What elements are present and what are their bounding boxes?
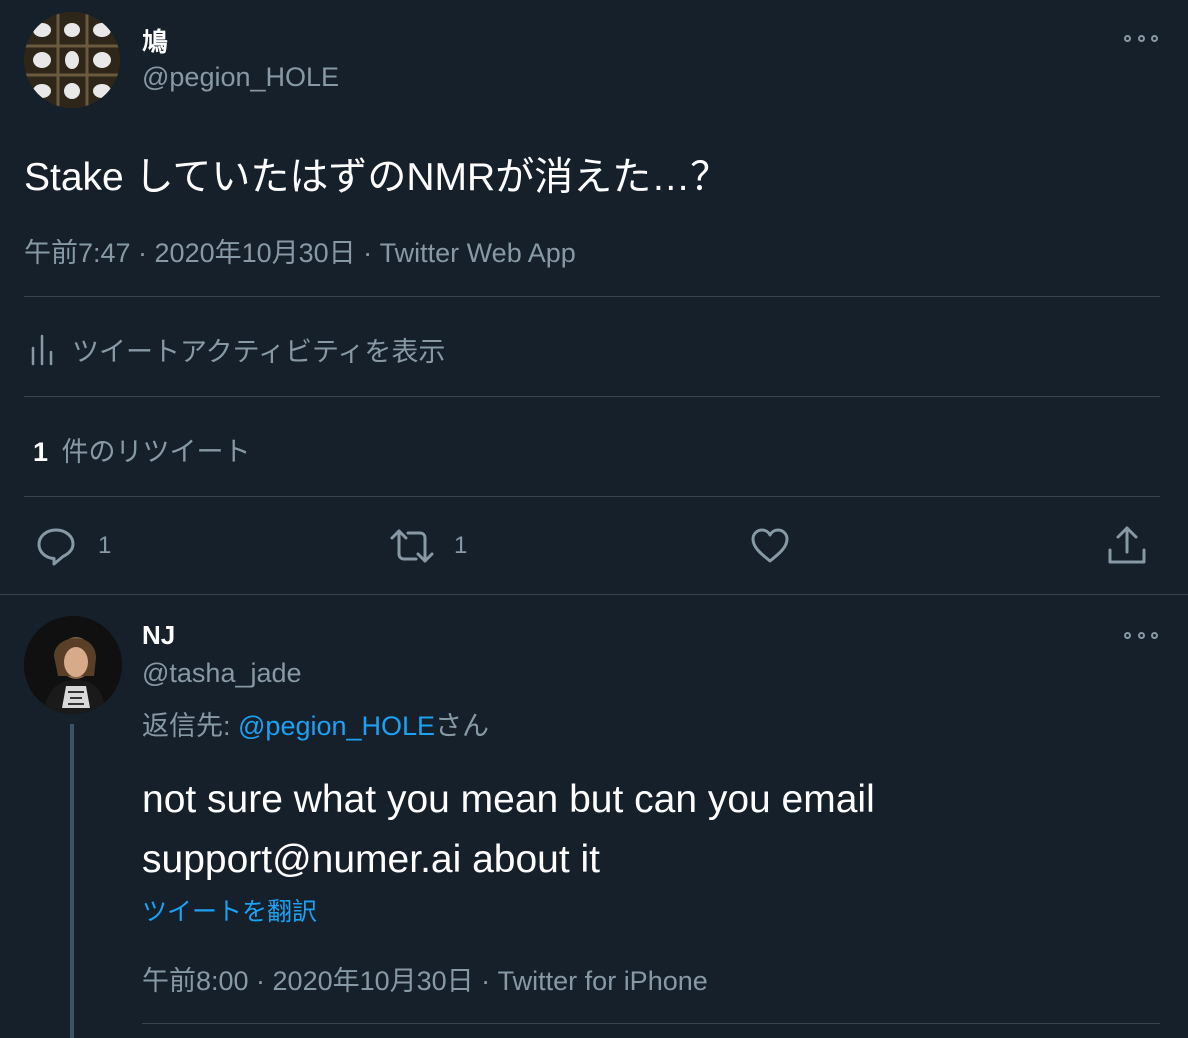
user-handle[interactable]: @pegion_HOLE — [142, 62, 339, 93]
like-icon — [750, 526, 790, 566]
activity-chart-icon — [30, 334, 54, 366]
replying-suffix: さん — [435, 711, 490, 741]
replying-to: 返信先: @pegion_HOLEさん — [142, 704, 489, 743]
retweet-count: 1 — [454, 532, 468, 559]
tweet-activity-link[interactable]: ツイートアクティビティを表示 — [30, 330, 445, 369]
more-options-icon[interactable] — [1124, 31, 1158, 45]
share-button[interactable] — [1106, 524, 1148, 566]
reply-display-name[interactable]: NJ — [142, 620, 175, 651]
tweet-timestamp[interactable]: 午前7:47 · 2020年10月30日 · Twitter Web App — [24, 231, 576, 270]
section-divider — [0, 594, 1188, 595]
display-name[interactable]: 鳩 — [142, 22, 168, 59]
tweet-text: Stake していたはずのNMRが消えた…？ — [24, 156, 730, 199]
pigeon-avatar-image — [24, 12, 120, 108]
reply-count: 1 — [98, 532, 112, 559]
reply-user-handle[interactable]: @tasha_jade — [142, 658, 302, 689]
avatar-nj[interactable] — [24, 616, 122, 714]
retweets-summary[interactable]: 1 件のリツイート — [33, 430, 251, 469]
divider — [24, 496, 1160, 497]
replying-handle-link[interactable]: @pegion_HOLE — [238, 711, 435, 741]
retweets-label: 件のリツイート — [61, 437, 251, 467]
retweets-count: 1 — [33, 437, 49, 467]
reply-timestamp[interactable]: 午前8:00 · 2020年10月30日 · Twitter for iPhon… — [142, 959, 708, 998]
retweet-icon — [388, 526, 436, 566]
thread-line — [70, 724, 74, 1038]
reply-icon — [36, 526, 76, 566]
avatar-pegion[interactable] — [24, 12, 120, 108]
divider — [142, 1023, 1160, 1024]
translate-tweet-link[interactable]: ツイートを翻訳 — [142, 892, 317, 928]
activity-label: ツイートアクティビティを表示 — [72, 337, 446, 367]
like-button[interactable] — [750, 526, 790, 566]
reply-text: not sure what you mean but can you email… — [142, 770, 875, 890]
reply-text-line2: support@numer.ai about it — [142, 838, 601, 881]
replying-prefix: 返信先: — [142, 711, 239, 741]
divider — [24, 396, 1160, 397]
reply-text-line1: not sure what you mean but can you email — [142, 778, 875, 821]
reply-button[interactable]: 1 — [36, 526, 111, 566]
nj-avatar-image — [24, 616, 122, 714]
divider — [24, 296, 1160, 297]
share-icon — [1106, 524, 1148, 566]
reply-more-options-icon[interactable] — [1124, 628, 1158, 642]
retweet-button[interactable]: 1 — [388, 526, 467, 566]
